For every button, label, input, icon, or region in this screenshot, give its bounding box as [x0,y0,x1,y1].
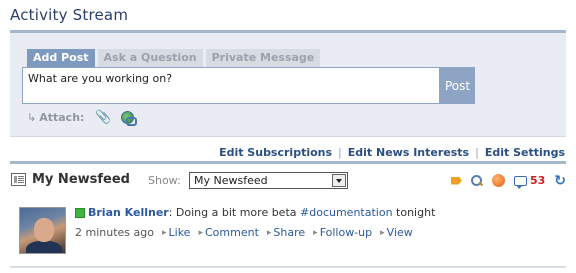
newsfeed-title: My Newsfeed [32,172,130,187]
list-item: Brian Kellner : Doing a bit more beta #d… [19,205,566,257]
bullet-icon: ▸ [380,227,385,238]
edit-news-interests-link[interactable]: Edit News Interests [348,146,469,159]
view-label: View [386,226,413,239]
section-divider [10,161,566,164]
link-separator: | [475,146,479,159]
link-icon[interactable] [120,111,137,126]
bullet-icon: ▸ [313,227,318,238]
post-text-after: tonight [392,206,436,219]
post-time: 2 minutes ago [75,226,154,239]
follow-up-label: Follow-up [319,226,373,239]
post-text: Brian Kellner : Doing a bit more beta #d… [75,206,435,219]
paperclip-icon[interactable]: 📎 [95,110,111,125]
chevron-down-icon[interactable] [332,174,346,187]
bullet-icon: ▸ [161,227,167,238]
share-label: Share [273,226,306,239]
newsfeed-header: My Newsfeed Show: My Newsfeed 53 ↻ [10,170,566,192]
post-composer: Add Post Ask a Question Private Message … [10,33,566,137]
post-button[interactable]: Post [440,67,475,104]
tab-add-post[interactable]: Add Post [27,49,95,72]
feed-toolbar: 53 ↻ [450,172,566,189]
bullet-icon: ▸ [198,227,203,238]
avatar[interactable] [19,207,66,254]
edit-subscriptions-link[interactable]: Edit Subscriptions [219,146,332,159]
comments-counter[interactable]: 53 [513,174,546,189]
attach-arrow-icon: ↳ [27,111,37,124]
bullet-icon: ▸ [266,227,272,238]
like-label: Like [168,226,191,239]
comment-link[interactable]: ▸ Comment [198,226,258,239]
search-icon[interactable] [470,174,483,187]
item-divider [10,266,566,268]
attach-label: Attach: [39,111,85,124]
feed-filter-value: My Newsfeed [194,174,268,187]
rss-icon[interactable] [491,174,505,187]
hashtag-link[interactable]: #documentation [300,206,393,219]
avatar-face [34,218,54,242]
refresh-icon[interactable]: ↻ [554,174,566,188]
post-meta: 2 minutes ago ▸ Like ▸ Comment ▸ Share ▸ Fol… [75,226,413,239]
show-label: Show: [148,174,181,187]
tab-ask-question[interactable]: Ask a Question [97,49,203,67]
comment-label: Comment [204,226,259,239]
view-link[interactable]: ▸ View [380,226,413,239]
tab-private-message[interactable]: Private Message [205,49,321,67]
share-link[interactable]: ▸ Share [267,226,305,239]
attach-row: ↳ Attach: 📎 [27,110,137,126]
post-text-before: : Doing a bit more beta [168,206,301,219]
status-icon [75,207,85,218]
document-list-icon [11,173,26,186]
composer-tabs: Add Post Ask a Question Private Message [27,49,321,72]
follow-up-link[interactable]: ▸ Follow-up [313,226,372,239]
page-title: Activity Stream [10,6,129,24]
avatar-shirt [26,241,62,253]
settings-links: Edit Subscriptions | Edit News Interests… [219,146,565,159]
like-link[interactable]: ▸ Like [162,226,190,239]
link-separator: | [338,146,342,159]
comment-count: 53 [529,174,546,187]
edit-settings-link[interactable]: Edit Settings [485,146,565,159]
post-input[interactable]: What are you working on? [22,67,440,104]
tag-icon[interactable] [450,176,462,185]
author-link[interactable]: Brian Kellner [88,206,169,219]
comment-icon[interactable] [513,175,527,189]
feed-filter-select[interactable]: My Newsfeed [189,172,348,189]
